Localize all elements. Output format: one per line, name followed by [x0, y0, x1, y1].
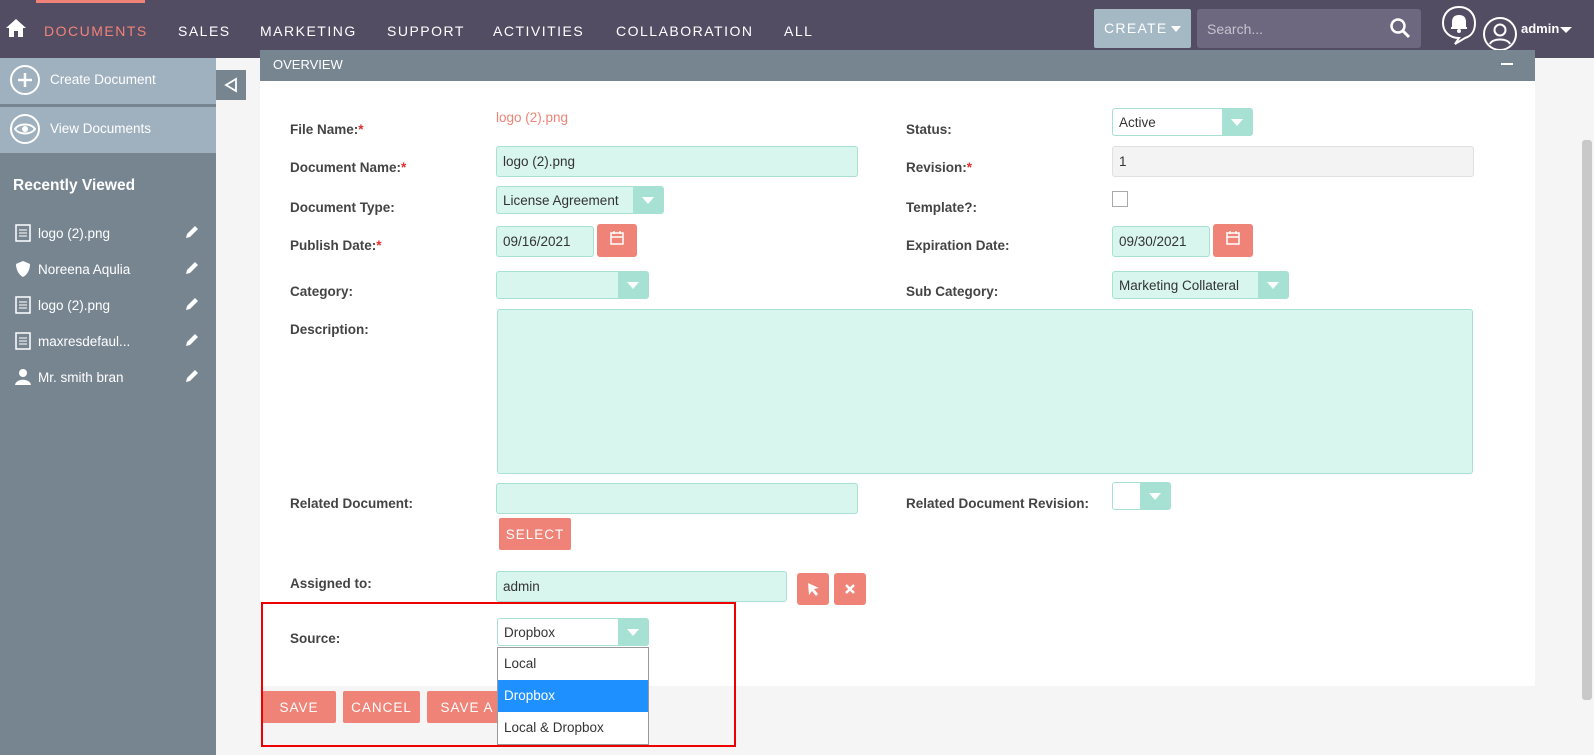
- expiration-date-calendar-button[interactable]: [1213, 224, 1253, 257]
- related-document-input[interactable]: [496, 483, 858, 514]
- chevron-down-icon[interactable]: [1560, 27, 1572, 33]
- publish-date-calendar-button[interactable]: [597, 224, 637, 257]
- sidebar: Create Document View Documents Recently …: [0, 58, 216, 755]
- document-icon: [15, 332, 31, 350]
- notification-bell-icon[interactable]: [1441, 5, 1477, 45]
- chevron-down-icon: [1171, 26, 1181, 32]
- sidebar-view-documents[interactable]: View Documents: [0, 107, 216, 153]
- pencil-icon[interactable]: [184, 296, 200, 312]
- related-document-revision-select[interactable]: [1112, 482, 1171, 510]
- chevron-down-icon: [1222, 109, 1252, 135]
- category-select[interactable]: [496, 271, 649, 299]
- page-scrollbar[interactable]: [1582, 140, 1592, 700]
- revision-input[interactable]: 1: [1112, 146, 1474, 177]
- document-type-value: License Agreement: [503, 193, 619, 208]
- document-icon: [15, 296, 31, 314]
- revision-label: Revision:*: [906, 160, 973, 175]
- select-button[interactable]: SELECT: [499, 518, 571, 550]
- publish-date-label: Publish Date:*: [290, 238, 382, 253]
- sub-category-label: Sub Category:: [906, 284, 999, 299]
- overview-header[interactable]: OVERVIEW: [260, 50, 1535, 81]
- assigned-to-label: Assigned to:: [290, 576, 372, 591]
- chevron-down-icon: [1258, 272, 1288, 298]
- recent-item-label: logo (2).png: [38, 226, 111, 241]
- recent-item[interactable]: Noreena Aqulia: [0, 254, 216, 284]
- expiration-date-input[interactable]: 09/30/2021: [1112, 226, 1210, 257]
- recent-item[interactable]: logo (2).png: [0, 290, 216, 320]
- status-label: Status:: [906, 122, 952, 137]
- user-name[interactable]: admin: [1521, 21, 1559, 36]
- recent-item[interactable]: Mr. smith bran: [0, 362, 216, 392]
- document-icon: [15, 224, 31, 242]
- search-input[interactable]: [1207, 19, 1377, 39]
- pencil-icon[interactable]: [184, 260, 200, 276]
- document-type-select[interactable]: License Agreement: [496, 186, 664, 214]
- recent-item-label: maxresdefaul...: [38, 334, 131, 349]
- nav-sales[interactable]: SALES: [178, 23, 231, 39]
- search-icon[interactable]: [1389, 17, 1411, 39]
- related-document-label: Related Document:: [290, 496, 414, 511]
- overview-title: OVERVIEW: [273, 57, 343, 72]
- shield-icon: [16, 261, 30, 277]
- status-select[interactable]: Active: [1112, 108, 1253, 136]
- nav-all[interactable]: ALL: [784, 23, 813, 39]
- select-user-button[interactable]: [797, 573, 829, 605]
- collapse-sidebar-button[interactable]: [216, 70, 246, 100]
- eye-icon: [10, 114, 40, 144]
- cursor-arrow-icon: [808, 583, 819, 596]
- document-name-label: Document Name:*: [290, 160, 407, 175]
- nav-documents[interactable]: DOCUMENTS: [44, 23, 148, 39]
- collapse-minus-icon[interactable]: [1501, 63, 1513, 65]
- description-textarea[interactable]: [497, 309, 1473, 474]
- recent-item[interactable]: logo (2).png: [0, 218, 216, 248]
- document-name-input[interactable]: logo (2).png: [496, 146, 858, 177]
- pencil-icon[interactable]: [184, 224, 200, 240]
- home-icon[interactable]: [4, 16, 28, 40]
- sub-category-select[interactable]: Marketing Collateral: [1112, 271, 1289, 299]
- active-tab-indicator: [36, 0, 145, 3]
- recent-item-label: Mr. smith bran: [38, 370, 124, 385]
- chevron-down-icon: [1140, 483, 1170, 509]
- expiration-date-label: Expiration Date:: [906, 238, 1010, 253]
- user-avatar-icon[interactable]: [1482, 16, 1518, 52]
- file-name-link[interactable]: logo (2).png: [496, 110, 568, 125]
- template-label: Template?:: [906, 200, 978, 215]
- create-button[interactable]: CREATE: [1094, 9, 1191, 48]
- sidebar-create-document[interactable]: Create Document: [0, 58, 216, 104]
- sidebar-action-label: View Documents: [50, 121, 152, 136]
- description-label: Description:: [290, 322, 369, 337]
- recent-item-label: Noreena Aqulia: [38, 262, 131, 277]
- person-icon: [15, 369, 31, 385]
- highlight-box: [261, 602, 736, 747]
- chevron-down-icon: [633, 187, 663, 213]
- calendar-icon: [610, 231, 624, 245]
- nav-collaboration[interactable]: COLLABORATION: [616, 23, 754, 39]
- plus-icon: [10, 65, 40, 95]
- category-label: Category:: [290, 284, 354, 299]
- create-label: CREATE: [1104, 20, 1168, 36]
- nav-marketing[interactable]: MARKETING: [260, 23, 357, 39]
- sidebar-action-label: Create Document: [50, 72, 156, 87]
- sub-category-value: Marketing Collateral: [1119, 278, 1240, 293]
- file-name-label: File Name:*: [290, 122, 364, 137]
- related-document-revision-label: Related Document Revision:: [906, 496, 1090, 511]
- pencil-icon[interactable]: [184, 368, 200, 384]
- assigned-to-input[interactable]: admin: [496, 571, 787, 602]
- nav-support[interactable]: SUPPORT: [387, 23, 465, 39]
- nav-activities[interactable]: ACTIVITIES: [493, 23, 584, 39]
- recent-item-label: logo (2).png: [38, 298, 111, 313]
- recent-item[interactable]: maxresdefaul...: [0, 326, 216, 356]
- pencil-icon[interactable]: [184, 332, 200, 348]
- clear-user-button[interactable]: [834, 573, 866, 605]
- recently-viewed-title: Recently Viewed: [13, 177, 136, 194]
- triangle-left-icon: [224, 77, 237, 93]
- template-checkbox[interactable]: [1112, 191, 1128, 207]
- status-value: Active: [1119, 115, 1156, 130]
- publish-date-input[interactable]: 09/16/2021: [496, 226, 594, 257]
- calendar-icon: [1226, 231, 1240, 245]
- search-box: [1197, 9, 1421, 48]
- document-type-label: Document Type:: [290, 200, 395, 215]
- chevron-down-icon: [618, 272, 648, 298]
- close-icon: [845, 584, 855, 594]
